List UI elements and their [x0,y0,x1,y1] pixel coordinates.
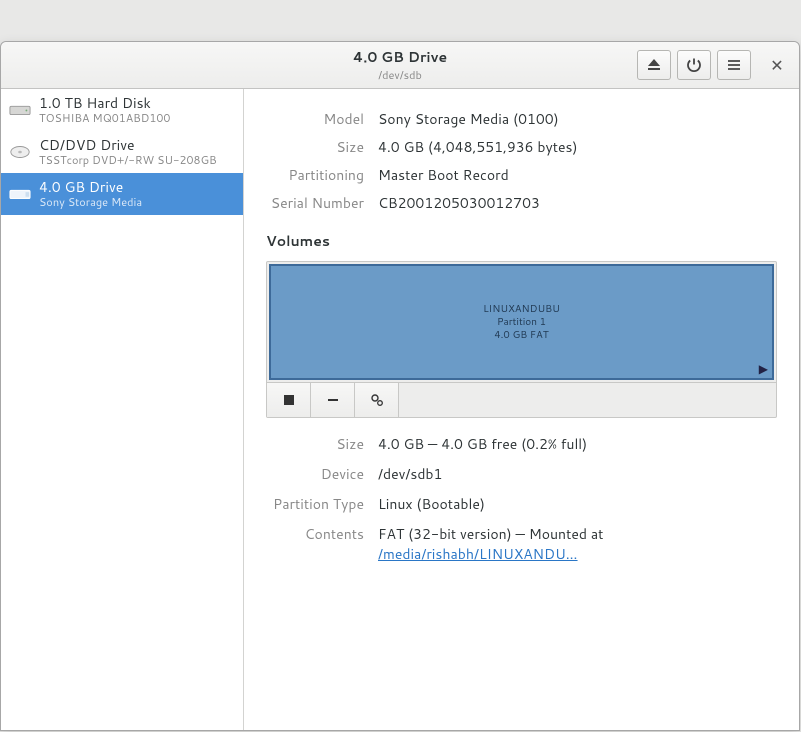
contents-label: Contents [266,524,364,564]
contents-value: FAT (32-bit version) — Mounted at /media… [378,524,777,564]
serial-value: CB2001205030012703 [378,193,777,213]
eject-icon [646,57,662,73]
close-button[interactable]: ✕ [763,51,791,79]
volume-options-button[interactable] [355,383,399,417]
part-size-value: 4.0 GB — 4.0 GB free (0.2% full) [378,434,777,454]
partitioning-label: Partitioning [266,165,364,185]
delete-partition-button[interactable] [311,383,355,417]
drive-size-label: Size [266,137,364,157]
volume-sizefs: 4.0 GB FAT [483,329,560,342]
play-arrow-icon: ▶ [759,360,768,377]
unmount-button[interactable] [267,383,311,417]
device-sub: TOSHIBA MQ01ABD100 [39,112,170,125]
menu-icon [726,57,742,73]
power-icon [686,57,702,73]
device-usb[interactable]: 4.0 GB Drive Sony Storage Media [1,173,243,215]
detail-pane: Model Sony Storage Media (0100) Size 4.0… [244,89,799,730]
gears-icon [370,393,384,407]
device-optical[interactable]: CD/DVD Drive TSSTcorp DVD+/-RW SU-208GB [1,131,243,173]
title: 4.0 GB Drive [353,47,447,67]
mount-point-link[interactable]: /media/rishabh/LINUXANDU… [378,544,578,564]
power-button[interactable] [677,50,711,80]
subtitle: /dev/sdb [378,67,422,83]
device-sidebar: 1.0 TB Hard Disk TOSHIBA MQ01ABD100 CD/D… [1,89,244,730]
model-label: Model [266,109,364,129]
serial-label: Serial Number [266,193,364,213]
device-sub: TSSTcorp DVD+/-RW SU-208GB [39,154,217,167]
part-device-value: /dev/sdb1 [378,464,777,484]
volume-diagram: LINUXANDUBU Partition 1 4.0 GB FAT ▶ [266,261,777,418]
hdd-icon [9,101,31,119]
part-size-label: Size [266,434,364,454]
usb-drive-icon [9,185,31,203]
volumes-heading: Volumes [266,231,777,251]
close-icon: ✕ [770,54,783,77]
part-type-value: Linux (Bootable) [378,494,777,514]
stop-icon [282,393,296,407]
minus-icon [326,393,340,407]
titlebar: 4.0 GB Drive /dev/sdb ✕ [1,42,799,89]
volume-toolbar [267,382,776,417]
volume-block[interactable]: LINUXANDUBU Partition 1 4.0 GB FAT ▶ [269,264,774,380]
optical-icon [9,143,31,161]
contents-prefix: FAT (32-bit version) — Mounted at [378,524,603,544]
menu-button[interactable] [717,50,751,80]
disks-window: 4.0 GB Drive /dev/sdb ✕ [0,41,800,731]
partitioning-value: Master Boot Record [378,165,777,185]
device-sub: Sony Storage Media [39,196,142,209]
part-type-label: Partition Type [266,494,364,514]
drive-size-value: 4.0 GB (4,048,551,936 bytes) [378,137,777,157]
part-device-label: Device [266,464,364,484]
volume-partition: Partition 1 [483,316,560,329]
device-hdd[interactable]: 1.0 TB Hard Disk TOSHIBA MQ01ABD100 [1,89,243,131]
model-value: Sony Storage Media (0100) [378,109,777,129]
volume-name: LINUXANDUBU [483,303,560,316]
eject-button[interactable] [637,50,671,80]
